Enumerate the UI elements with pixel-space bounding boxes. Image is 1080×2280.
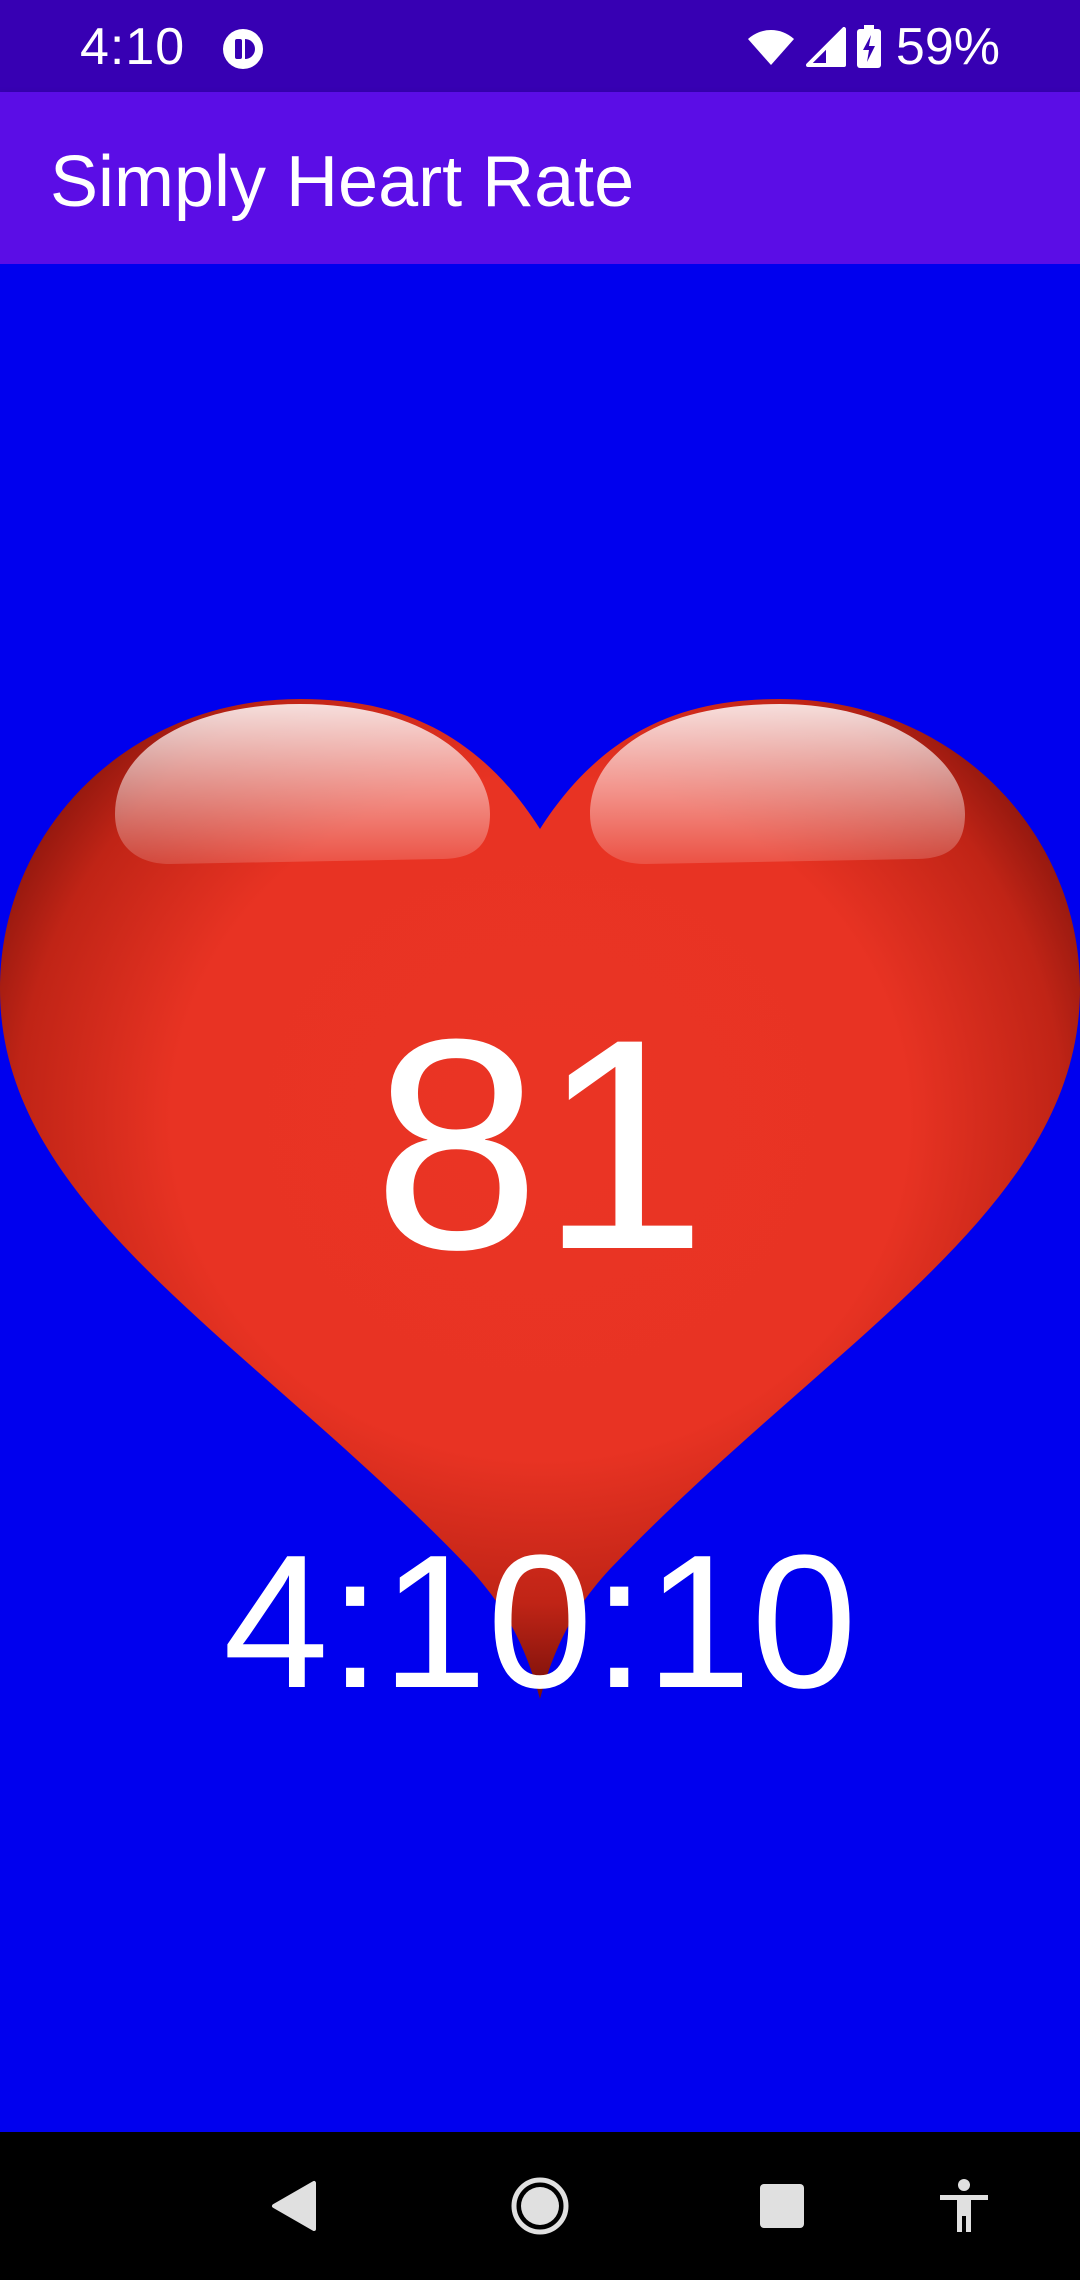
wifi-icon xyxy=(746,27,796,67)
battery-percent: 59% xyxy=(895,18,1000,76)
app-title: Simply Heart Rate xyxy=(50,142,635,222)
app-notification-icon xyxy=(222,28,264,70)
app-bar: Simply Heart Rate xyxy=(0,92,1080,264)
main-content: 81 4:10:10 xyxy=(0,264,1080,2132)
accessibility-icon[interactable] xyxy=(934,2176,994,2236)
heart-rate-value: 81 xyxy=(373,976,707,1312)
back-icon[interactable] xyxy=(264,2176,324,2236)
clock-value: 4:10:10 xyxy=(223,1516,857,1728)
status-time: 4:10 xyxy=(80,18,186,76)
signal-icon xyxy=(805,27,846,67)
home-icon[interactable] xyxy=(510,2176,570,2236)
status-bar: 4:10 59% xyxy=(0,0,1080,92)
status-icons: 59% xyxy=(746,18,1000,76)
recents-icon[interactable] xyxy=(752,2176,812,2236)
battery-charging-icon xyxy=(856,25,882,69)
navigation-bar xyxy=(0,2132,1080,2280)
